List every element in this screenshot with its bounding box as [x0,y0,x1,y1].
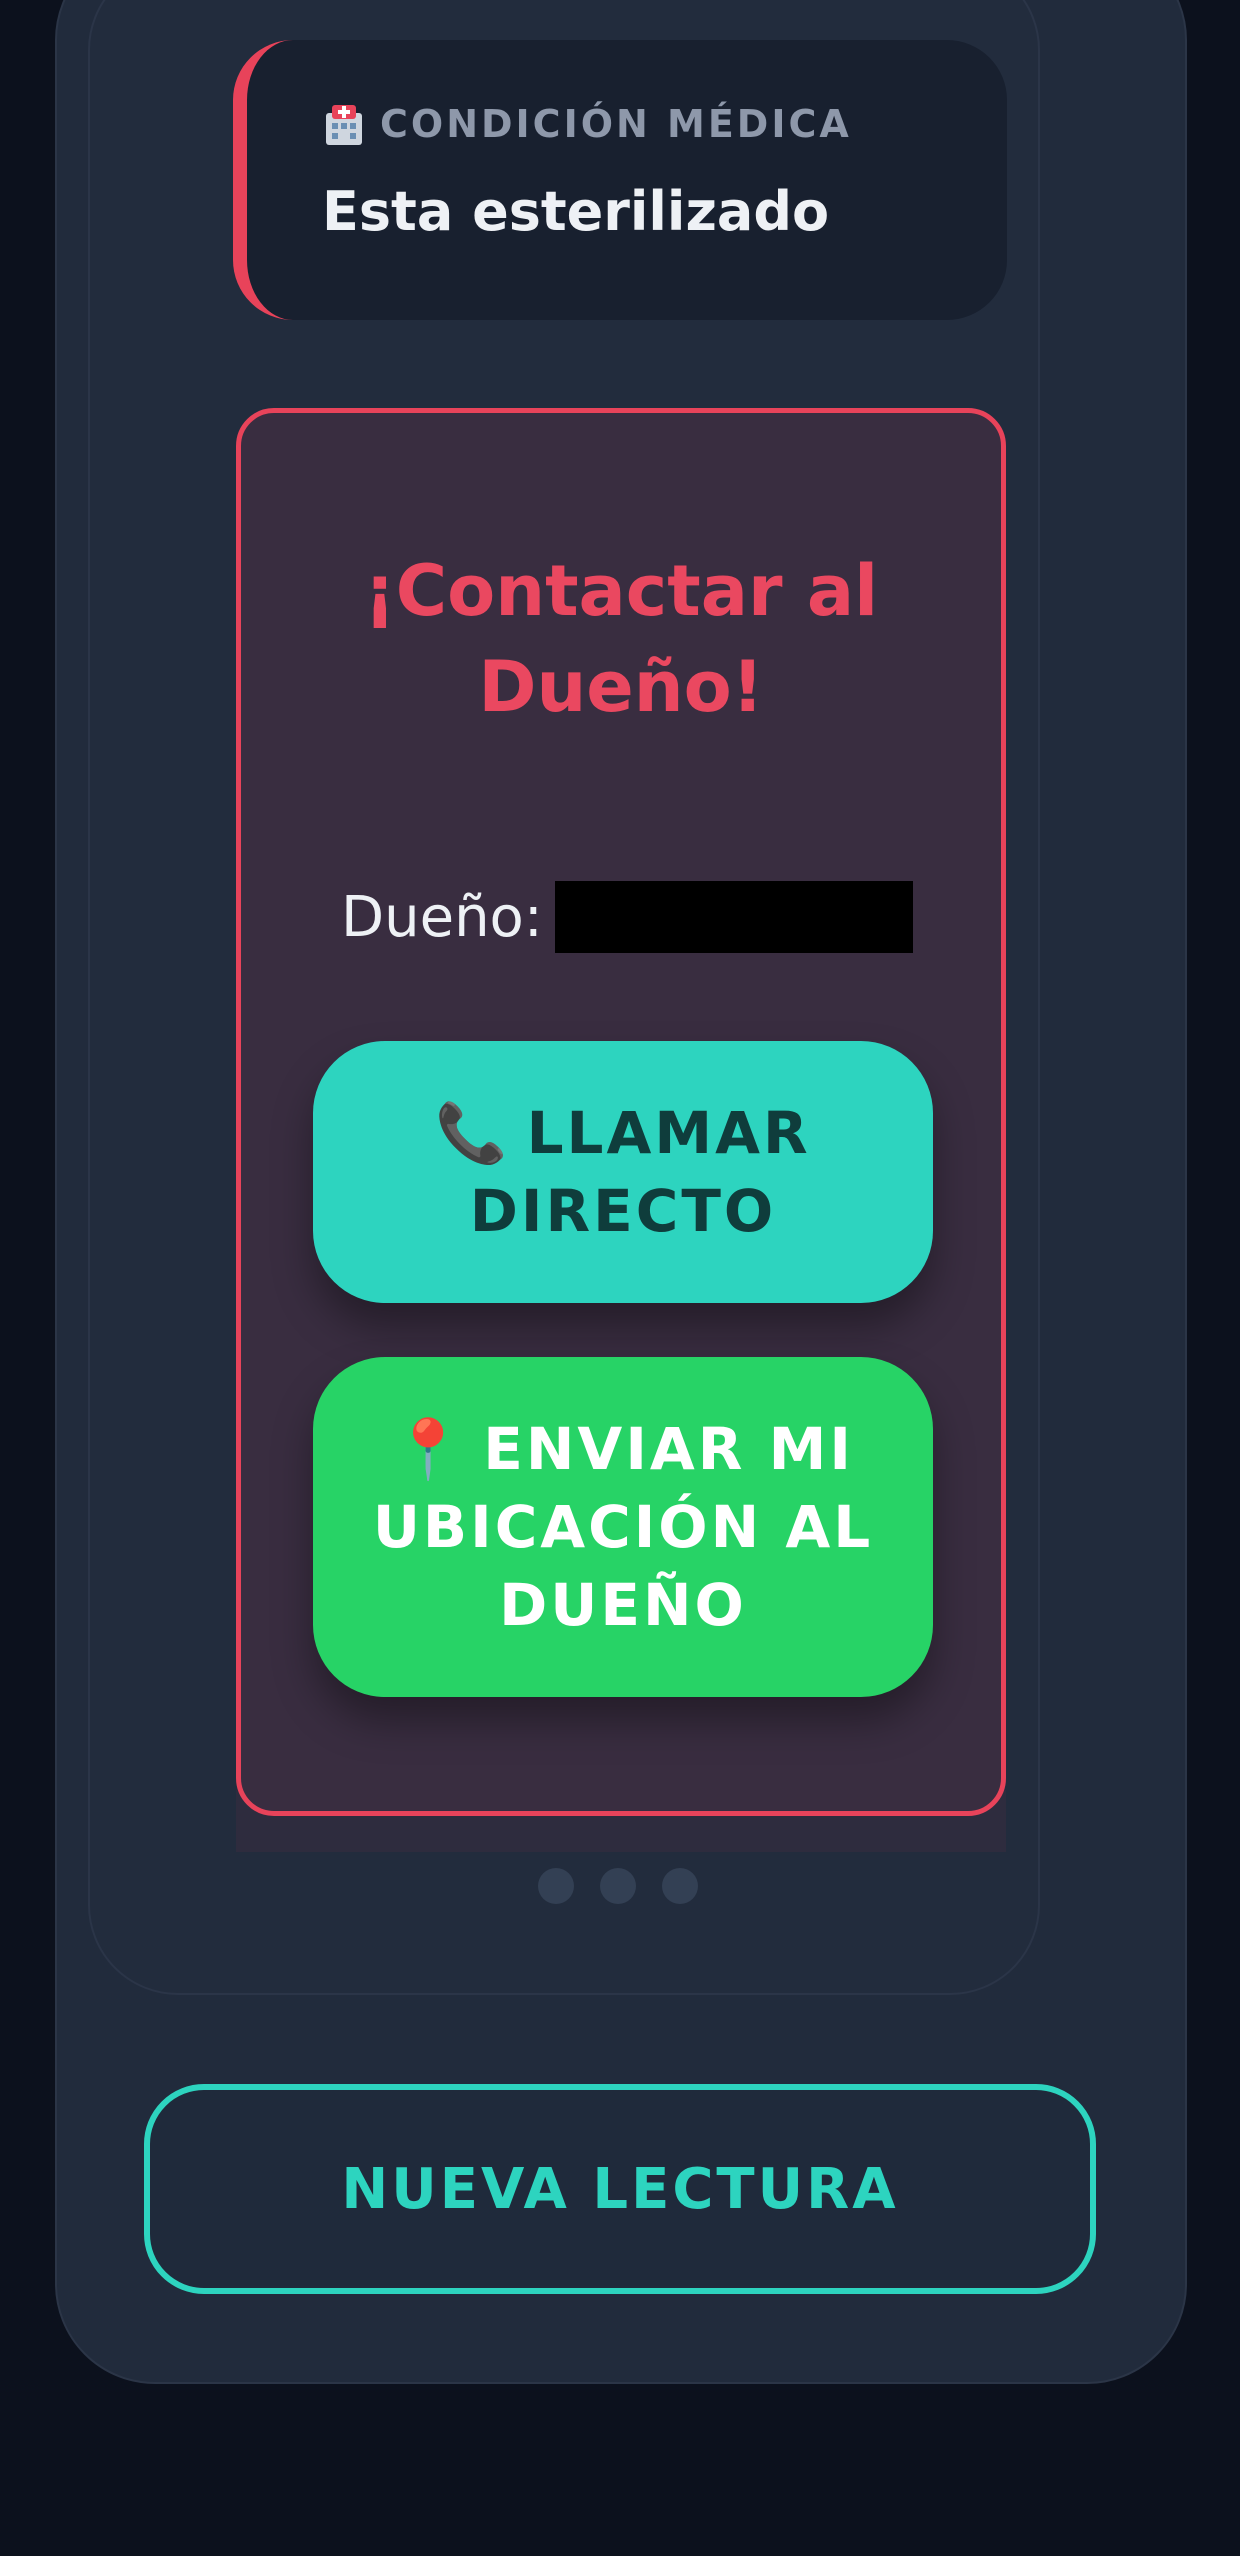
carousel-dot[interactable] [600,1868,636,1904]
medical-condition-label: CONDICIÓN MÉDICA [380,102,852,146]
contact-owner-box: ¡Contactar al Dueño! Dueño: 📞 LLAMAR DIRE… [236,408,1006,1816]
call-direct-button[interactable]: 📞 LLAMAR DIRECTO [313,1041,933,1303]
medical-condition-value: Esta esterilizado [322,180,830,243]
contact-owner-title: ¡Contactar al Dueño! [363,550,879,728]
new-reading-button[interactable]: NUEVA LECTURA [144,2084,1096,2294]
carousel-dot[interactable] [538,1868,574,1904]
carousel-dots [538,1868,698,1904]
owner-row: Dueño: [341,881,913,953]
call-direct-label: LLAMAR DIRECTO [469,1099,811,1245]
carousel-dot[interactable] [662,1868,698,1904]
hospital-icon [322,103,366,145]
new-reading-label: NUEVA LECTURA [341,2156,899,2222]
pin-icon: 📍 [392,1415,468,1483]
phone-icon: 📞 [435,1099,511,1167]
medical-condition-card: CONDICIÓN MÉDICA Esta esterilizado [233,40,1007,320]
owner-name-redacted [554,881,913,953]
medical-condition-label-row: CONDICIÓN MÉDICA [322,102,852,146]
send-location-button[interactable]: 📍 ENVIAR MI UBICACIÓN AL DUEÑO [313,1357,933,1697]
owner-label: Dueño: [341,884,543,950]
